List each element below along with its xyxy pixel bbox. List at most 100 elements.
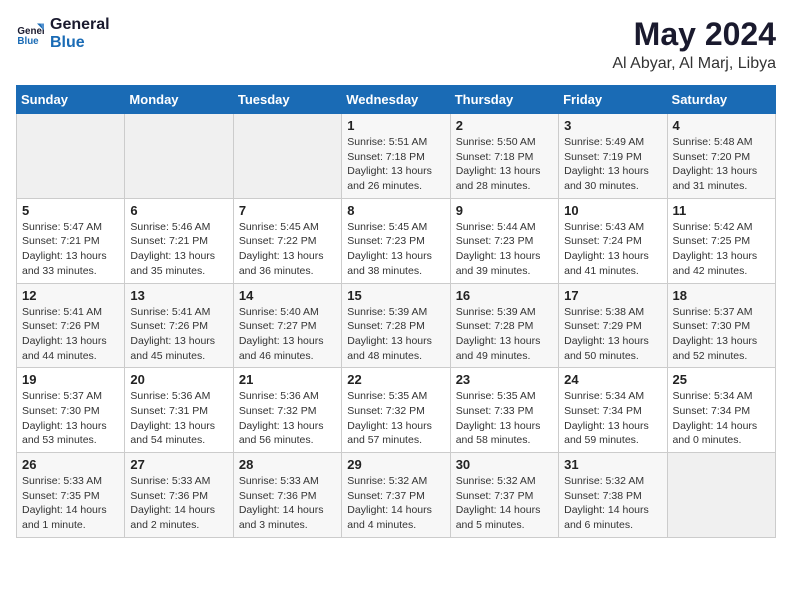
calendar-week-1: 1 Sunrise: 5:51 AMSunset: 7:18 PMDaylight… — [17, 114, 776, 199]
calendar-table: SundayMondayTuesdayWednesdayThursdayFrid… — [16, 85, 776, 538]
day-info: Sunrise: 5:39 AMSunset: 7:28 PMDaylight:… — [347, 305, 444, 364]
day-info: Sunrise: 5:32 AMSunset: 7:38 PMDaylight:… — [564, 474, 661, 533]
day-number: 30 — [456, 457, 553, 472]
day-info: Sunrise: 5:47 AMSunset: 7:21 PMDaylight:… — [22, 220, 119, 279]
calendar-cell — [125, 114, 233, 199]
page-header: General Blue General Blue May 2024 Al Ab… — [16, 16, 776, 73]
day-info: Sunrise: 5:34 AMSunset: 7:34 PMDaylight:… — [673, 389, 770, 448]
day-number: 13 — [130, 288, 227, 303]
day-number: 22 — [347, 372, 444, 387]
logo-blue: Blue — [50, 34, 110, 52]
day-number: 29 — [347, 457, 444, 472]
day-info: Sunrise: 5:44 AMSunset: 7:23 PMDaylight:… — [456, 220, 553, 279]
calendar-cell: 17 Sunrise: 5:38 AMSunset: 7:29 PMDayligh… — [559, 283, 667, 368]
calendar-cell: 20 Sunrise: 5:36 AMSunset: 7:31 PMDayligh… — [125, 368, 233, 453]
day-number: 11 — [673, 203, 770, 218]
calendar-cell: 10Sunrise: 5:43 AMSunset: 7:24 PMDayligh… — [559, 198, 667, 283]
day-number: 12 — [22, 288, 119, 303]
day-number: 17 — [564, 288, 661, 303]
day-number: 27 — [130, 457, 227, 472]
day-info: Sunrise: 5:32 AMSunset: 7:37 PMDaylight:… — [456, 474, 553, 533]
day-number: 23 — [456, 372, 553, 387]
calendar-cell: 27Sunrise: 5:33 AMSunset: 7:36 PMDayligh… — [125, 453, 233, 538]
weekday-header-row: SundayMondayTuesdayWednesdayThursdayFrid… — [17, 86, 776, 114]
day-number: 19 — [22, 372, 119, 387]
day-info: Sunrise: 5:35 AMSunset: 7:33 PMDaylight:… — [456, 389, 553, 448]
weekday-header-sunday: Sunday — [17, 86, 125, 114]
weekday-header-tuesday: Tuesday — [233, 86, 341, 114]
day-info: Sunrise: 5:33 AMSunset: 7:35 PMDaylight:… — [22, 474, 119, 533]
month-title: May 2024 — [612, 16, 776, 53]
calendar-cell: 21Sunrise: 5:36 AMSunset: 7:32 PMDayligh… — [233, 368, 341, 453]
weekday-header-friday: Friday — [559, 86, 667, 114]
day-number: 16 — [456, 288, 553, 303]
day-number: 14 — [239, 288, 336, 303]
day-number: 26 — [22, 457, 119, 472]
day-info: Sunrise: 5:50 AMSunset: 7:18 PMDaylight:… — [456, 135, 553, 194]
day-number: 21 — [239, 372, 336, 387]
location-title: Al Abyar, Al Marj, Libya — [612, 55, 776, 73]
day-info: Sunrise: 5:48 AMSunset: 7:20 PMDaylight:… — [673, 135, 770, 194]
day-info: Sunrise: 5:40 AMSunset: 7:27 PMDaylight:… — [239, 305, 336, 364]
calendar-cell: 28Sunrise: 5:33 AMSunset: 7:36 PMDayligh… — [233, 453, 341, 538]
day-number: 5 — [22, 203, 119, 218]
day-number: 25 — [673, 372, 770, 387]
weekday-header-monday: Monday — [125, 86, 233, 114]
calendar-week-2: 5 Sunrise: 5:47 AMSunset: 7:21 PMDaylight… — [17, 198, 776, 283]
calendar-cell: 13Sunrise: 5:41 AMSunset: 7:26 PMDayligh… — [125, 283, 233, 368]
calendar-cell: 15Sunrise: 5:39 AMSunset: 7:28 PMDayligh… — [342, 283, 450, 368]
weekday-header-saturday: Saturday — [667, 86, 775, 114]
calendar-cell: 31Sunrise: 5:32 AMSunset: 7:38 PMDayligh… — [559, 453, 667, 538]
calendar-cell — [667, 453, 775, 538]
weekday-header-wednesday: Wednesday — [342, 86, 450, 114]
calendar-week-4: 19 Sunrise: 5:37 AMSunset: 7:30 PMDayligh… — [17, 368, 776, 453]
day-info: Sunrise: 5:46 AMSunset: 7:21 PMDaylight:… — [130, 220, 227, 279]
calendar-cell: 23 Sunrise: 5:35 AMSunset: 7:33 PMDayligh… — [450, 368, 558, 453]
day-number: 20 — [130, 372, 227, 387]
calendar-cell: 3 Sunrise: 5:49 AMSunset: 7:19 PMDaylight… — [559, 114, 667, 199]
weekday-header-thursday: Thursday — [450, 86, 558, 114]
calendar-cell: 30 Sunrise: 5:32 AMSunset: 7:37 PMDayligh… — [450, 453, 558, 538]
calendar-week-5: 26 Sunrise: 5:33 AMSunset: 7:35 PMDayligh… — [17, 453, 776, 538]
calendar-cell: 6 Sunrise: 5:46 AMSunset: 7:21 PMDaylight… — [125, 198, 233, 283]
calendar-cell: 26 Sunrise: 5:33 AMSunset: 7:35 PMDayligh… — [17, 453, 125, 538]
svg-text:Blue: Blue — [17, 35, 39, 46]
day-info: Sunrise: 5:33 AMSunset: 7:36 PMDaylight:… — [239, 474, 336, 533]
day-number: 9 — [456, 203, 553, 218]
calendar-cell: 18Sunrise: 5:37 AMSunset: 7:30 PMDayligh… — [667, 283, 775, 368]
day-info: Sunrise: 5:45 AMSunset: 7:22 PMDaylight:… — [239, 220, 336, 279]
day-number: 24 — [564, 372, 661, 387]
day-info: Sunrise: 5:34 AMSunset: 7:34 PMDaylight:… — [564, 389, 661, 448]
day-info: Sunrise: 5:35 AMSunset: 7:32 PMDaylight:… — [347, 389, 444, 448]
calendar-cell — [233, 114, 341, 199]
day-info: Sunrise: 5:38 AMSunset: 7:29 PMDaylight:… — [564, 305, 661, 364]
calendar-cell: 14 Sunrise: 5:40 AMSunset: 7:27 PMDayligh… — [233, 283, 341, 368]
calendar-week-3: 12Sunrise: 5:41 AMSunset: 7:26 PMDayligh… — [17, 283, 776, 368]
day-info: Sunrise: 5:32 AMSunset: 7:37 PMDaylight:… — [347, 474, 444, 533]
day-info: Sunrise: 5:49 AMSunset: 7:19 PMDaylight:… — [564, 135, 661, 194]
day-info: Sunrise: 5:36 AMSunset: 7:31 PMDaylight:… — [130, 389, 227, 448]
calendar-cell: 22 Sunrise: 5:35 AMSunset: 7:32 PMDayligh… — [342, 368, 450, 453]
calendar-cell: 8 Sunrise: 5:45 AMSunset: 7:23 PMDaylight… — [342, 198, 450, 283]
day-info: Sunrise: 5:37 AMSunset: 7:30 PMDaylight:… — [22, 389, 119, 448]
day-number: 7 — [239, 203, 336, 218]
day-number: 2 — [456, 118, 553, 133]
calendar-cell: 9 Sunrise: 5:44 AMSunset: 7:23 PMDaylight… — [450, 198, 558, 283]
day-number: 4 — [673, 118, 770, 133]
calendar-cell: 24 Sunrise: 5:34 AMSunset: 7:34 PMDayligh… — [559, 368, 667, 453]
day-number: 8 — [347, 203, 444, 218]
calendar-cell: 19 Sunrise: 5:37 AMSunset: 7:30 PMDayligh… — [17, 368, 125, 453]
logo-general: General — [50, 16, 110, 34]
day-info: Sunrise: 5:45 AMSunset: 7:23 PMDaylight:… — [347, 220, 444, 279]
day-number: 6 — [130, 203, 227, 218]
calendar-cell: 2 Sunrise: 5:50 AMSunset: 7:18 PMDaylight… — [450, 114, 558, 199]
calendar-cell: 4 Sunrise: 5:48 AMSunset: 7:20 PMDaylight… — [667, 114, 775, 199]
logo: General Blue General Blue — [16, 16, 110, 51]
day-info: Sunrise: 5:43 AMSunset: 7:24 PMDaylight:… — [564, 220, 661, 279]
day-number: 1 — [347, 118, 444, 133]
calendar-cell: 11 Sunrise: 5:42 AMSunset: 7:25 PMDayligh… — [667, 198, 775, 283]
day-info: Sunrise: 5:42 AMSunset: 7:25 PMDaylight:… — [673, 220, 770, 279]
day-info: Sunrise: 5:51 AMSunset: 7:18 PMDaylight:… — [347, 135, 444, 194]
day-number: 3 — [564, 118, 661, 133]
day-info: Sunrise: 5:37 AMSunset: 7:30 PMDaylight:… — [673, 305, 770, 364]
